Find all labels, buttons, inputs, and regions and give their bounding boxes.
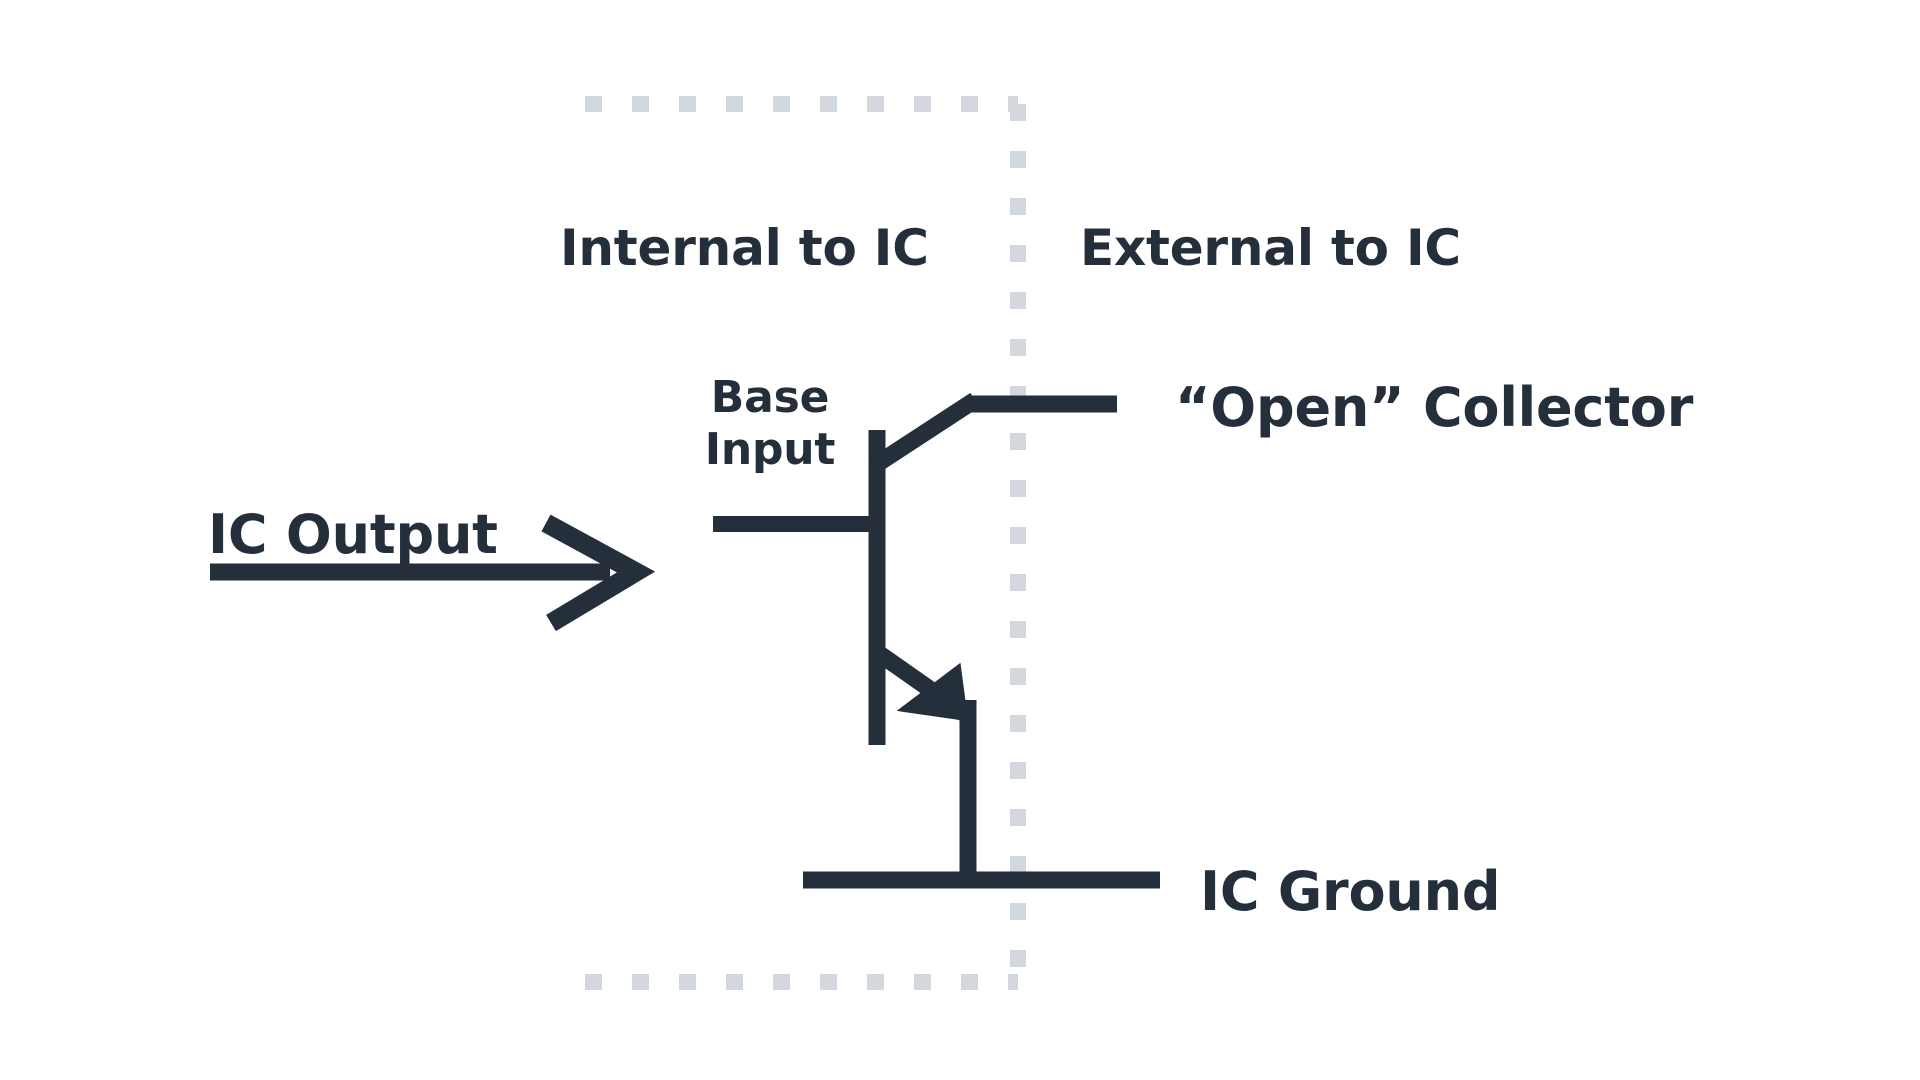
label-ic-output: IC Output (208, 503, 498, 566)
label-base-input: Base Input (690, 372, 850, 476)
diagram-canvas: Internal to IC External to IC Base Input… (0, 0, 1920, 1080)
label-base-input-line-2: Input (704, 423, 836, 475)
label-open-collector: “Open” Collector (1175, 376, 1694, 439)
label-internal-to-ic: Internal to IC (560, 219, 929, 277)
label-base-input-line-1: Base (710, 372, 830, 423)
label-ic-ground: IC Ground (1200, 860, 1501, 923)
transistor-collector-diagonal (869, 392, 980, 474)
label-external-to-ic: External to IC (1080, 219, 1461, 277)
